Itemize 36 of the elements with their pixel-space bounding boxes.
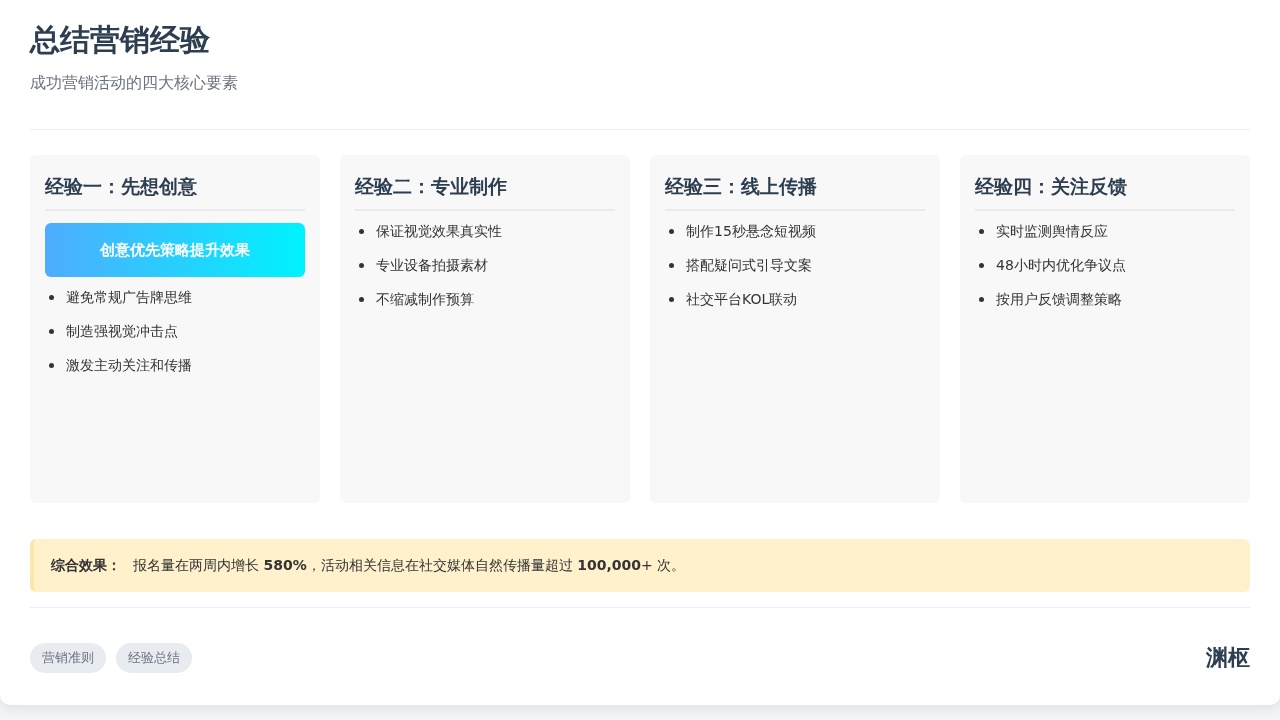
card-title: 经验三：线上传播 [665,171,925,211]
bullet-icon [359,296,364,302]
bullet-point: 保证视觉效果真实性 [376,222,502,241]
bullet-point: 专业设备拍摄素材 [376,256,488,275]
bullet-icon [669,296,674,302]
bullet-icon [49,328,54,334]
bullet-icon [49,294,54,300]
bullet-point: 激发主动关注和传播 [66,356,192,375]
bullet-icon [359,262,364,268]
tag-chip: 营销准则 [30,643,106,673]
bullet-icon [979,262,984,268]
bullet-icon [979,228,984,234]
bullet-point: 避免常规广告牌思维 [66,288,192,307]
highlight-banner: 创意优先策略提升效果 [45,223,305,277]
bullet-icon [359,228,364,234]
bullet-point: 社交平台KOL联动 [686,290,798,309]
bullet-point: 制造强视觉冲击点 [66,322,178,341]
page-title: 总结营销经验 [30,21,211,59]
card-title: 经验一：先想创意 [45,171,305,211]
bullet-icon [49,362,54,368]
bullet-icon [979,296,984,302]
bullet-point: 不缩减制作预算 [376,290,474,309]
tag-chip: 经验总结 [116,643,192,673]
bullet-icon [669,228,674,234]
summary-text: 报名量在两周内增长 580%，活动相关信息在社交媒体自然传播量超过 100,000+ 次。 [133,556,686,575]
summary-label: 综合效果： [51,556,121,575]
card-title: 经验四：关注反馈 [975,171,1235,211]
page-subtitle: 成功营销活动的四大核心要素 [30,72,239,94]
bullet-point: 48小时内优化争议点 [996,256,1126,275]
bullet-icon [669,262,674,268]
bullet-point: 制作15秒悬念短视频 [686,222,816,241]
card-title: 经验二：专业制作 [355,171,615,211]
brand-logo: 渊枢 [1206,643,1250,672]
bullet-point: 搭配疑问式引导文案 [686,256,812,275]
bullet-point: 按用户反馈调整策略 [996,290,1122,309]
bullet-point: 实时监测舆情反应 [996,222,1108,241]
